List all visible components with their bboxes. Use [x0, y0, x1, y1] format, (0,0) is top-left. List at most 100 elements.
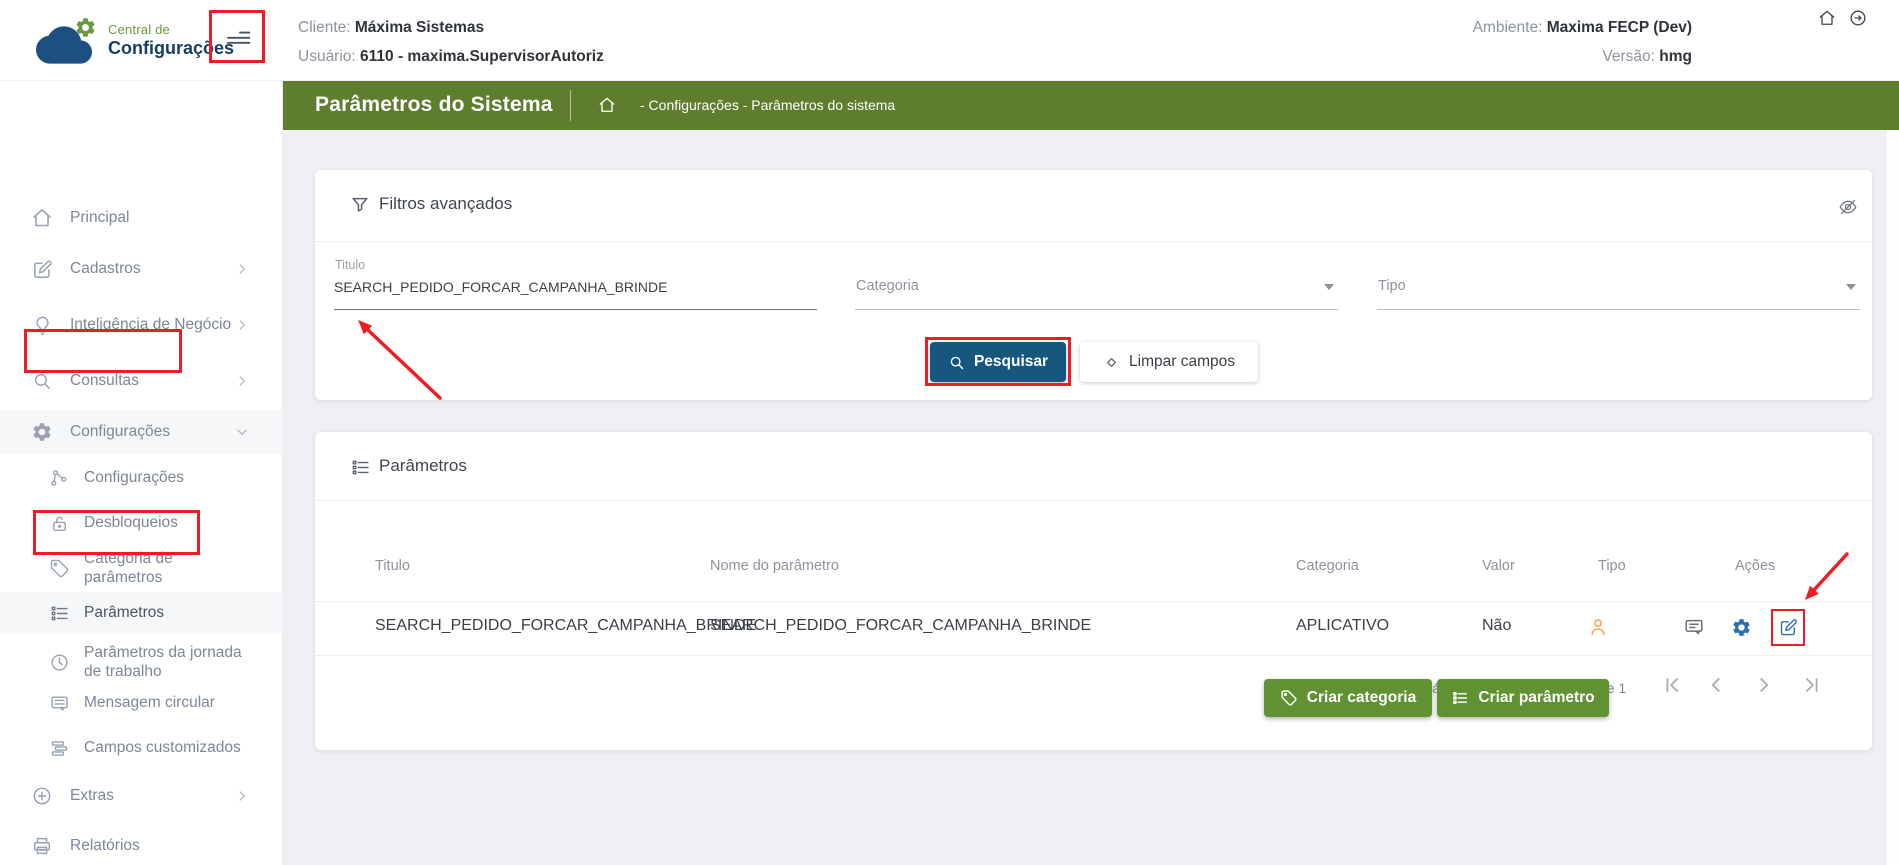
sidebar-item-relatorios[interactable]: Relatórios [0, 824, 283, 865]
tag-icon [48, 557, 70, 579]
app-logo: Central de Configurações [36, 13, 234, 67]
hub-icon [48, 467, 70, 489]
column-header-valor: Valor [1482, 558, 1515, 574]
edit-icon[interactable] [1776, 615, 1800, 639]
cell-nome: SEARCH_PEDIDO_FORCAR_CAMPANHA_BRINDE [710, 617, 1092, 634]
create-parameter-label: Criar parâmetro [1478, 689, 1595, 706]
breadcrumb: - Configurações - Parâmetros do sistema [640, 97, 896, 113]
ambiente-label: Ambiente: [1472, 19, 1543, 36]
sidebar-subitem-parametros[interactable]: Parâmetros [0, 592, 283, 634]
sidebar-item-extras[interactable]: Extras [0, 774, 283, 818]
chevron-right-icon [232, 371, 252, 391]
row-divider [315, 601, 1872, 602]
message-icon [48, 692, 70, 714]
sidebar-label: Configurações [70, 423, 170, 441]
divider [315, 241, 1872, 242]
cliente-label: Cliente: [298, 19, 351, 36]
filters-card: Filtros avançados Titulo Categoria Tipo … [315, 170, 1872, 400]
titulo-input[interactable] [334, 275, 817, 299]
environment-block: Ambiente: Maxima FECP (Dev) Versão: hmg [1473, 13, 1692, 71]
eraser-icon [1103, 354, 1120, 371]
logo-line1: Central de [108, 21, 170, 37]
sidebar-item-inteligencia-de-negocio[interactable]: Inteligência de Negócio [0, 298, 283, 352]
create-category-button[interactable]: Criar categoria [1264, 679, 1432, 717]
sidebar-label: Extras [70, 787, 114, 805]
person-icon [1586, 615, 1610, 639]
plus-circle-icon [30, 784, 54, 808]
last-page-icon[interactable] [1799, 672, 1825, 698]
sidebar-subitem-configuracoes[interactable]: Configurações [0, 456, 283, 500]
sidebar-label: Configurações [84, 469, 184, 487]
tipo-select[interactable]: Tipo [1377, 256, 1860, 311]
page-title: Parâmetros do Sistema [315, 93, 553, 116]
home-icon[interactable] [597, 95, 617, 115]
top-bar: Central de Configurações Cliente: Máxima… [0, 0, 1899, 81]
parameters-card: Parâmetros Titulo Nome do parâmetro Cate… [315, 432, 1872, 750]
sidebar-label: Campos customizados [84, 739, 241, 757]
titulo-label: Titulo [335, 258, 366, 272]
sidebar-label: Desbloqueios [84, 514, 178, 532]
sidebar-item-configuracoes[interactable]: Configurações [0, 410, 283, 454]
tipo-placeholder: Tipo [1378, 278, 1406, 294]
bulb-icon [30, 313, 54, 337]
gear-icon [30, 420, 54, 444]
divider [570, 90, 571, 121]
parameters-title: Parâmetros [379, 456, 467, 475]
home-icon [30, 206, 54, 230]
unlock-icon [48, 512, 70, 534]
input-underline [855, 309, 1338, 310]
versao-label: Versão: [1602, 48, 1655, 65]
list-icon [349, 456, 371, 478]
sidebar-subitem-mensagem-circular[interactable]: Mensagem circular [0, 681, 283, 725]
app-window: Central de Configurações Cliente: Máxima… [0, 0, 1899, 865]
home-icon[interactable] [1816, 7, 1838, 29]
logout-icon[interactable] [1847, 7, 1869, 29]
gear-icon[interactable] [1729, 615, 1753, 639]
first-page-icon[interactable] [1659, 672, 1685, 698]
sidebar-label: Inteligência de Negócio [70, 316, 232, 334]
column-header-categoria: Categoria [1296, 558, 1359, 574]
sidebar: Principal Cadastros Inteligência de Negó… [0, 81, 283, 865]
clock-icon [48, 651, 70, 673]
search-icon [30, 369, 54, 393]
create-parameter-button[interactable]: Criar parâmetro [1437, 679, 1609, 717]
versao-value: hmg [1659, 48, 1692, 65]
next-page-icon[interactable] [1751, 672, 1777, 698]
sidebar-subitem-desbloqueios[interactable]: Desbloqueios [0, 501, 283, 545]
ambiente-value: Maxima FECP (Dev) [1546, 19, 1692, 36]
input-underline [334, 309, 817, 310]
list-icon [48, 602, 70, 624]
clear-button-label: Limpar campos [1129, 353, 1235, 370]
prev-page-icon[interactable] [1703, 672, 1729, 698]
chevron-right-icon [232, 786, 252, 806]
caret-down-icon [1324, 284, 1334, 290]
scrollbar-track[interactable] [1886, 130, 1899, 865]
eye-off-icon[interactable] [1837, 196, 1859, 218]
sidebar-label: Relatórios [70, 837, 140, 855]
input-underline [1377, 309, 1860, 310]
list-icon [1451, 689, 1469, 707]
column-header-nome: Nome do parâmetro [710, 558, 839, 574]
cell-categoria: APLICATIVO [1296, 617, 1390, 634]
sidebar-label: Categoria de parâmetros [84, 549, 173, 586]
categoria-placeholder: Categoria [856, 278, 919, 294]
annotation-icon[interactable] [1682, 615, 1706, 639]
cell-titulo: SEARCH_PEDIDO_FORCAR_CAMPANHA_BRINDE [375, 617, 757, 634]
layers-icon [48, 737, 70, 759]
chevron-right-icon [232, 259, 252, 279]
sidebar-subitem-campos-customizados[interactable]: Campos customizados [0, 726, 283, 770]
create-category-label: Criar categoria [1306, 689, 1417, 706]
sidebar-item-principal[interactable]: Principal [0, 196, 283, 240]
sidebar-item-cadastros[interactable]: Cadastros [0, 247, 283, 291]
divider [315, 500, 1872, 501]
column-header-titulo: Titulo [375, 558, 410, 574]
sidebar-label: Cadastros [70, 260, 141, 278]
hamburger-menu-icon[interactable] [222, 21, 254, 53]
sidebar-subitem-categoria-de-parametros[interactable]: Categoria de parâmetros [0, 541, 283, 595]
categoria-select[interactable]: Categoria [855, 256, 1338, 311]
sidebar-item-consultas[interactable]: Consultas [0, 359, 283, 403]
cell-valor: Não [1482, 617, 1512, 634]
printer-icon [30, 834, 54, 858]
search-button[interactable]: Pesquisar [930, 342, 1066, 382]
clear-fields-button[interactable]: Limpar campos [1080, 342, 1258, 382]
